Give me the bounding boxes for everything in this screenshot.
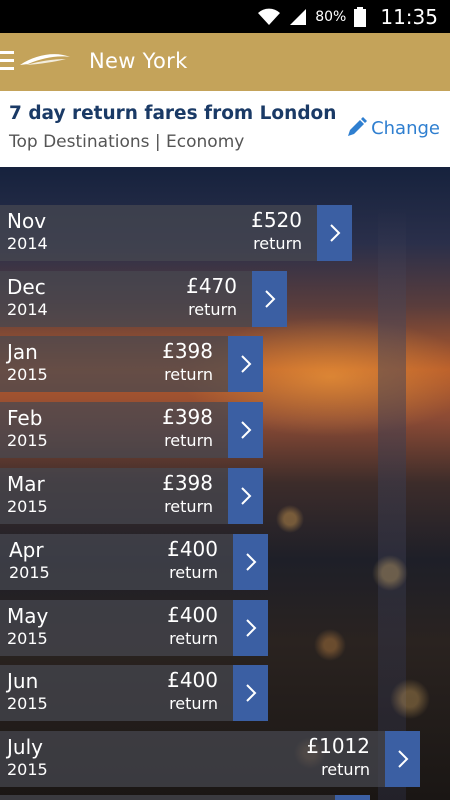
fare-month: May: [7, 604, 49, 628]
status-icons: 80% 11:35: [257, 0, 438, 33]
fare-month: Apr: [9, 538, 44, 562]
signal-icon: [290, 8, 307, 25]
chevron-right-icon[interactable]: [335, 795, 370, 800]
status-bar: 80% 11:35: [0, 0, 450, 33]
fare-row-nov-2014[interactable]: Nov 2014 £520 return: [0, 205, 352, 261]
chevron-right-icon[interactable]: [317, 205, 352, 261]
clock: 11:35: [380, 4, 438, 29]
fare-month: Dec: [7, 275, 46, 299]
fare-year: 2015: [7, 497, 48, 516]
fare-price: £520: [251, 208, 302, 232]
fare-year: 2015: [9, 563, 50, 582]
fare-price: £398: [162, 471, 213, 495]
chevron-right-icon[interactable]: [385, 731, 420, 787]
fare-return-label: return: [321, 760, 370, 779]
fare-return-label: return: [169, 694, 218, 713]
fare-row-july-2015[interactable]: July 2015 £1012 return: [0, 731, 420, 787]
fare-year: 2015: [7, 365, 48, 384]
fare-row-partial[interactable]: [0, 795, 370, 800]
fare-return-label: return: [164, 497, 213, 516]
fare-price: £1012: [306, 734, 370, 758]
fare-row-jun-2015[interactable]: Jun 2015 £400 return: [0, 665, 268, 721]
fare-return-label: return: [164, 431, 213, 450]
speedmarque-logo: [20, 54, 70, 65]
fare-return-label: return: [253, 234, 302, 253]
fare-row-feb-2015[interactable]: Feb 2015 £398 return: [0, 402, 263, 458]
fare-row-dec-2014[interactable]: Dec 2014 £470 return: [0, 271, 287, 327]
fare-row-mar-2015[interactable]: Mar 2015 £398 return: [0, 468, 263, 524]
fare-year: 2015: [7, 629, 48, 648]
chevron-right-icon[interactable]: [233, 665, 268, 721]
chevron-right-icon[interactable]: [228, 402, 263, 458]
battery-icon: [354, 6, 367, 27]
fare-month: Feb: [7, 406, 43, 430]
chevron-right-icon[interactable]: [228, 468, 263, 524]
fare-year: 2015: [7, 760, 48, 779]
fare-row-may-2015[interactable]: May 2015 £400 return: [0, 600, 268, 656]
fare-price: £400: [167, 668, 218, 692]
chevron-right-icon[interactable]: [228, 336, 263, 392]
fare-return-label: return: [169, 563, 218, 582]
change-button[interactable]: Change: [345, 117, 440, 139]
fare-return-label: return: [164, 365, 213, 384]
fare-info-panel: 7 day return fares from London Top Desti…: [0, 91, 450, 167]
fares-subheading: Top Destinations | Economy: [9, 132, 245, 152]
fare-month: Jun: [7, 669, 39, 693]
battery-percent: 80%: [315, 8, 347, 25]
pencil-icon: [348, 117, 368, 136]
fare-price: £400: [167, 537, 218, 561]
fare-return-label: return: [188, 300, 237, 319]
fare-year: 2014: [7, 234, 48, 253]
wifi-icon: [258, 8, 281, 25]
change-label: Change: [371, 117, 440, 139]
fare-row-apr-2015[interactable]: Apr 2015 £400 return: [0, 534, 268, 590]
fare-month: Nov: [7, 209, 47, 233]
fare-price: £400: [167, 603, 218, 627]
destination-title: New York: [89, 49, 188, 73]
fare-month: Mar: [7, 472, 45, 496]
fares-heading: 7 day return fares from London: [9, 103, 337, 124]
fare-return-label: return: [169, 629, 218, 648]
fare-row-jan-2015[interactable]: Jan 2015 £398 return: [0, 336, 263, 392]
fare-month: July: [7, 735, 43, 759]
fare-price: £470: [186, 274, 237, 298]
chevron-right-icon[interactable]: [233, 534, 268, 590]
fare-year: 2015: [7, 694, 48, 713]
fare-year: 2015: [7, 431, 48, 450]
chevron-right-icon[interactable]: [233, 600, 268, 656]
fare-year: 2014: [7, 300, 48, 319]
chevron-right-icon[interactable]: [252, 271, 287, 327]
fare-month: Jan: [7, 340, 38, 364]
fare-price: £398: [162, 405, 213, 429]
fare-price: £398: [162, 339, 213, 363]
hamburger-menu-icon[interactable]: [0, 51, 14, 73]
app-bar: New York: [0, 33, 450, 91]
